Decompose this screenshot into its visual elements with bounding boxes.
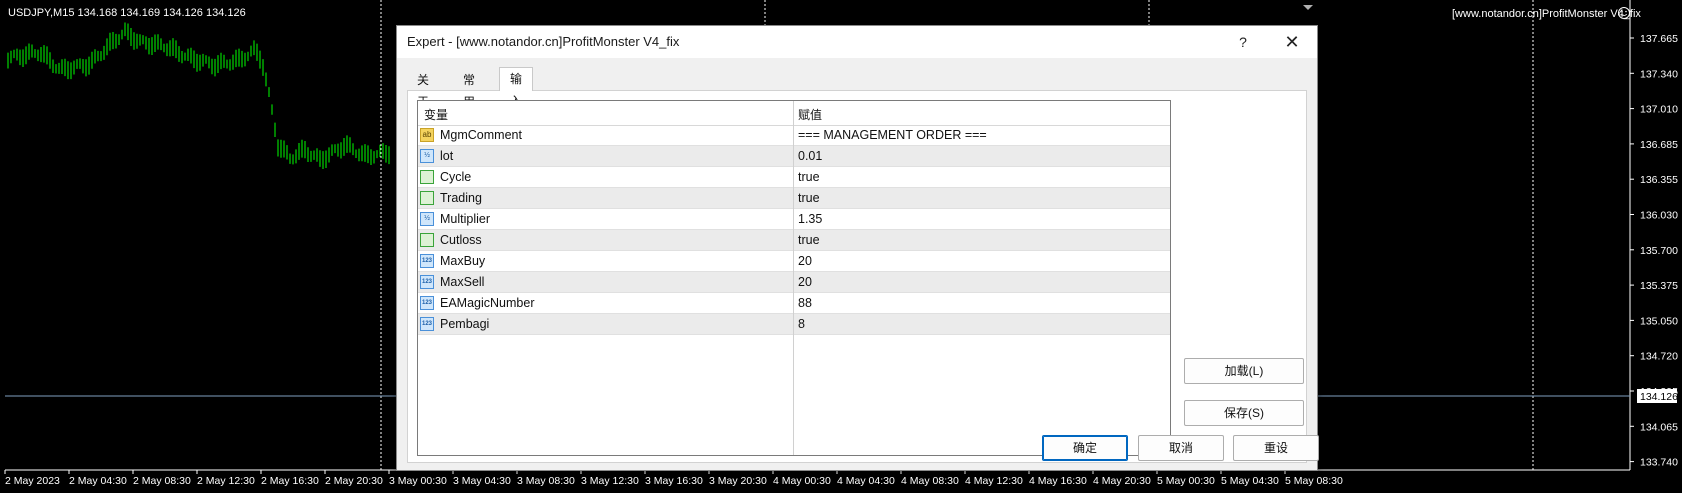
price-label: 135.375	[1640, 280, 1678, 292]
price-label: 135.050	[1640, 315, 1678, 327]
double-icon: ½	[420, 149, 434, 163]
param-name: Multiplier	[440, 212, 491, 226]
time-label: 3 May 16:30	[645, 475, 703, 487]
param-row[interactable]: Cutloss true	[418, 230, 1170, 251]
param-value[interactable]: === MANAGEMENT ORDER ===	[798, 128, 987, 142]
current-price-label: 134.126	[1640, 391, 1678, 403]
param-name: MgmComment	[440, 128, 522, 142]
help-button[interactable]: ?	[1231, 31, 1255, 53]
param-value[interactable]: 1.35	[798, 212, 822, 226]
param-value[interactable]: true	[798, 170, 820, 184]
int-icon: 123	[420, 275, 434, 289]
double-icon: ½	[420, 212, 434, 226]
time-label: 4 May 00:30	[773, 475, 831, 487]
int-icon: 123	[420, 254, 434, 268]
column-variable[interactable]: 变量	[424, 106, 448, 123]
param-value[interactable]: 88	[798, 296, 812, 310]
time-label: 4 May 04:30	[837, 475, 895, 487]
int-icon: 123	[420, 317, 434, 331]
time-label: 2 May 16:30	[261, 475, 319, 487]
price-label: 137.010	[1640, 104, 1678, 116]
time-label: 2 May 08:30	[133, 475, 191, 487]
price-label: 136.355	[1640, 174, 1678, 186]
time-label: 4 May 12:30	[965, 475, 1023, 487]
bool-icon	[420, 191, 434, 205]
param-row[interactable]: Cycle true	[418, 167, 1170, 188]
time-label: 2 May 04:30	[69, 475, 127, 487]
price-label: 136.685	[1640, 139, 1678, 151]
param-row[interactable]: 123 EAMagicNumber 88	[418, 293, 1170, 314]
save-button[interactable]: 保存(S)	[1184, 400, 1304, 426]
current-price-tag: 134.126	[1637, 389, 1678, 403]
tab-inputs[interactable]: 输入参数	[499, 67, 534, 152]
parameters-grid[interactable]: 变量 赋值 ab MgmComment === MANAGEMENT ORDER =…	[417, 100, 1171, 456]
price-label: 137.665	[1640, 33, 1678, 45]
dialog-titlebar[interactable]: Expert - [www.notandor.cn]ProfitMonster …	[397, 26, 1317, 58]
param-row[interactable]: ab MgmComment === MANAGEMENT ORDER ===	[418, 125, 1170, 146]
param-name: Trading	[440, 191, 482, 205]
param-value[interactable]: 20	[798, 275, 812, 289]
price-label: 133.740	[1640, 457, 1678, 469]
time-label: 4 May 16:30	[1029, 475, 1087, 487]
bool-icon	[420, 233, 434, 247]
chart-header: USDJPY,M15 134.168 134.169 134.126 134.1…	[8, 7, 246, 19]
param-name: MaxBuy	[440, 254, 486, 268]
time-label: 5 May 00:30	[1157, 475, 1215, 487]
expert-dialog: Expert - [www.notandor.cn]ProfitMonster …	[396, 25, 1319, 471]
column-divider[interactable]	[793, 101, 794, 455]
time-label: 4 May 20:30	[1093, 475, 1151, 487]
price-label: 134.720	[1640, 351, 1678, 363]
cancel-button[interactable]: 取消	[1138, 435, 1224, 461]
reset-button[interactable]: 重设	[1233, 435, 1319, 461]
time-label: 3 May 12:30	[581, 475, 639, 487]
price-label: 134.065	[1640, 421, 1678, 433]
param-row[interactable]: 123 MaxSell 20	[418, 272, 1170, 293]
param-name: Cutloss	[440, 233, 482, 247]
dialog-title: Expert - [www.notandor.cn]ProfitMonster …	[407, 34, 680, 49]
time-label: 3 May 20:30	[709, 475, 767, 487]
param-row[interactable]: 123 Pembagi 8	[418, 314, 1170, 335]
column-value[interactable]: 赋值	[798, 106, 822, 123]
time-label: 3 May 00:30	[389, 475, 447, 487]
param-name: EAMagicNumber	[440, 296, 535, 310]
price-label: 135.700	[1640, 245, 1678, 257]
param-name: lot	[440, 149, 454, 163]
tab-common[interactable]: 常用	[453, 69, 485, 109]
time-label: 4 May 08:30	[901, 475, 959, 487]
param-name: MaxSell	[440, 275, 485, 289]
param-row[interactable]: ½ lot 0.01	[418, 146, 1170, 167]
time-label: 3 May 04:30	[453, 475, 511, 487]
price-label: 136.030	[1640, 210, 1678, 222]
ok-button[interactable]: 确定	[1042, 435, 1128, 461]
bool-icon	[420, 170, 434, 184]
ea-label: [www.notandor.cn]ProfitMonster V4_fix	[1452, 8, 1641, 20]
param-value[interactable]: 0.01	[798, 149, 822, 163]
string-icon: ab	[420, 128, 434, 142]
param-name: Cycle	[440, 170, 472, 184]
time-label: 2 May 12:30	[197, 475, 255, 487]
param-value[interactable]: true	[798, 191, 820, 205]
param-name: Pembagi	[440, 317, 490, 331]
param-value[interactable]: true	[798, 233, 820, 247]
time-label: 2 May 2023	[5, 475, 60, 487]
time-label: 5 May 04:30	[1221, 475, 1279, 487]
grid-header: 变量 赋值	[418, 101, 1170, 126]
time-label: 3 May 08:30	[517, 475, 575, 487]
param-row[interactable]: 123 MaxBuy 20	[418, 251, 1170, 272]
time-label: 5 May 08:30	[1285, 475, 1343, 487]
param-row[interactable]: ½ Multiplier 1.35	[418, 209, 1170, 230]
param-row[interactable]: Trading true	[418, 188, 1170, 209]
param-value[interactable]: 20	[798, 254, 812, 268]
close-button[interactable]: ✕	[1275, 29, 1309, 55]
load-button[interactable]: 加载(L)	[1184, 358, 1304, 384]
int-icon: 123	[420, 296, 434, 310]
tab-about[interactable]: 关于	[407, 69, 439, 109]
price-label: 137.340	[1640, 68, 1678, 80]
param-value[interactable]: 8	[798, 317, 805, 331]
time-label: 2 May 20:30	[325, 475, 383, 487]
